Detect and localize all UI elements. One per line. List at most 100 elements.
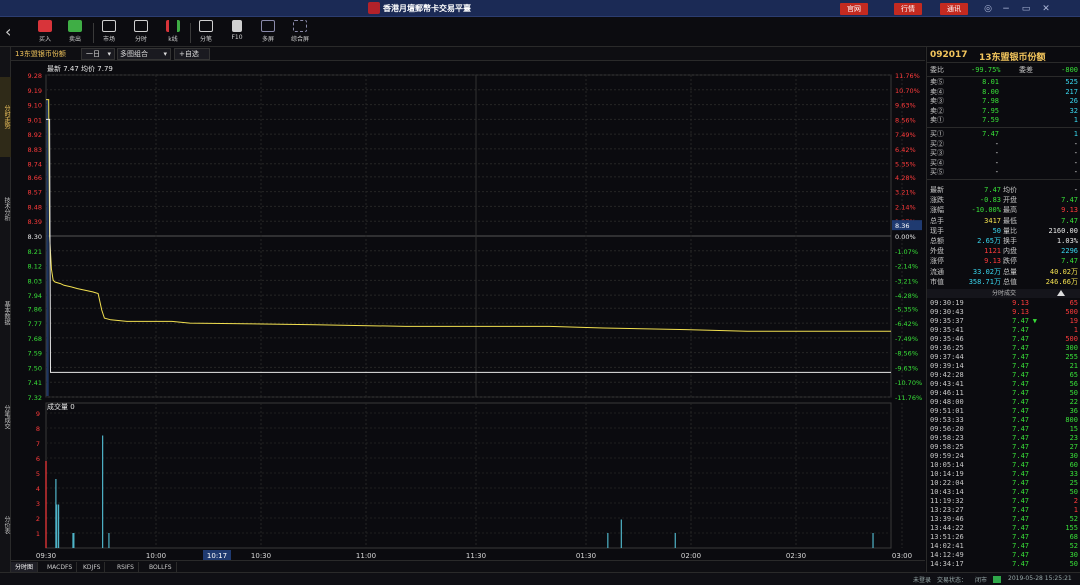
stock-name: 13东盟银币份额 <box>979 53 1046 63</box>
tab-tick-trades[interactable]: 分笔成交 <box>0 393 11 441</box>
market-icon <box>102 20 116 32</box>
volume-tick-label: 6 <box>36 455 40 463</box>
trade-row: 09:58:25 7.47 27 <box>930 443 1078 451</box>
trade-row: 09:30:19 9.13 65 <box>930 299 1078 307</box>
intraday-chart[interactable]: 9.28 11.76% 9.19 10.70% 9.10 9.63% 9.01 8.56% 8.… <box>11 61 925 560</box>
quote-header: 092017 13东盟银币份额 <box>927 47 1080 63</box>
left-tabs: 分时走势 技术分析 基本数据 分笔成交 分价表 <box>0 47 11 572</box>
volume-tick-label: 4 <box>36 485 40 493</box>
app-logo-icon <box>368 2 380 14</box>
y-pct-tick-label: -7.49% <box>895 335 918 343</box>
y-pct-tick-label: -3.21% <box>895 277 918 285</box>
y-tick-label: 8.92 <box>28 131 42 139</box>
y-tick-label: 7.50 <box>28 364 42 372</box>
f10-button[interactable]: F10 <box>224 20 250 46</box>
scroll-up-icon[interactable] <box>1057 290 1065 296</box>
divider <box>927 76 1080 77</box>
multi-chart-select[interactable]: 多图组合 ▾ <box>117 48 171 60</box>
kline-icon <box>166 20 180 32</box>
buy-button[interactable]: 买入 <box>32 20 58 46</box>
market-button[interactable]: 市场 <box>96 20 122 46</box>
y-pct-tick-label: -5.35% <box>895 305 918 313</box>
ask-row: 卖④ 8.00 217 <box>930 87 1078 96</box>
y-pct-tick-label: -10.70% <box>895 379 922 387</box>
y-tick-label: 8.48 <box>28 203 42 211</box>
volume-tick-label: 3 <box>36 500 40 508</box>
dashboard-icon <box>293 20 307 32</box>
trade-row: 09:39:14 7.47 21 <box>930 362 1078 370</box>
dashboard-button[interactable]: 综合屏 <box>287 20 313 46</box>
y-pct-tick-label: 11.76% <box>895 72 920 80</box>
tab-price-table[interactable]: 分价表 <box>0 507 11 543</box>
y-pct-tick-label: 7.49% <box>895 131 916 139</box>
y-pct-tick-label: 8.56% <box>895 116 916 124</box>
intraday-button[interactable]: 分时 <box>128 20 154 46</box>
stat-row: 涨停 9.13 跌停 7.47 <box>930 257 1078 266</box>
trade-row: 09:42:28 7.47 65 <box>930 371 1078 379</box>
volume-panel-frame <box>45 402 892 549</box>
x-tick-label: 11:30 <box>466 552 486 560</box>
stat-row: 最新 7.47 均价 - <box>930 186 1078 194</box>
y-tick-label: 8.12 <box>28 263 42 271</box>
price-legend: 最新 7.47 均价 7.79 <box>47 64 113 73</box>
stat-row: 涨跌 -0.83 开盘 7.47 <box>930 196 1078 205</box>
connection-status: 闭市 <box>975 577 988 584</box>
y-tick-label: 7.32 <box>28 394 42 402</box>
back-arrow-icon[interactable]: ‹ <box>5 23 19 41</box>
x-tick-label: 10:00 <box>146 552 166 560</box>
y-tick-label: 7.86 <box>28 305 42 313</box>
maximize-icon[interactable]: ▭ <box>1020 3 1032 15</box>
multi-chart-value: 多图组合 <box>120 50 148 58</box>
period-select[interactable]: 一日 ▾ <box>81 48 115 60</box>
add-favorite-button[interactable]: +自选 <box>174 48 210 60</box>
trade-row: 13:23:27 7.47 1 <box>930 506 1078 514</box>
toolbar-divider <box>190 23 191 43</box>
trade-row: 09:48:00 7.47 22 <box>930 398 1078 406</box>
multiscreen-icon <box>261 20 275 32</box>
x-tick-label: 10:17 <box>207 552 227 560</box>
x-tick-label: 02:00 <box>681 552 701 560</box>
chart-header: 13东盟银币份额 一日 ▾ 多图组合 ▾ +自选 <box>11 47 925 61</box>
trade-row: 09:51:01 7.47 36 <box>930 407 1078 415</box>
volume-tick-label: 8 <box>36 425 40 433</box>
x-tick-label: 02:30 <box>786 552 806 560</box>
kline-button[interactable]: k线 <box>160 20 186 46</box>
sell-button[interactable]: 卖出 <box>62 20 88 46</box>
buy-icon <box>38 20 52 32</box>
tab-technical[interactable]: 技术分析 <box>0 185 11 233</box>
quotes-button[interactable]: 行情 <box>894 3 922 15</box>
official-site-button[interactable]: 官网 <box>840 3 868 15</box>
trade-row: 14:12:49 7.47 30 <box>930 551 1078 559</box>
bid-row: 买⑤ - - <box>930 168 1078 177</box>
messages-button[interactable]: 通讯 <box>940 3 968 15</box>
ask-row: 卖② 7.95 32 <box>930 106 1078 115</box>
volume-tick-label: 1 <box>36 530 40 538</box>
volume-tick-label: 7 <box>36 440 40 448</box>
multiscreen-button[interactable]: 多屏 <box>255 20 281 46</box>
chevron-down-icon: ▾ <box>107 50 111 58</box>
chevron-down-icon: ▾ <box>163 50 167 58</box>
stock-tab[interactable]: 13东盟银币份额 <box>15 49 66 59</box>
toolbar: ‹ 买入 卖出 市场 分时 k线 分笔 F10 多屏 综合屏 <box>0 17 1080 47</box>
y-pct-tick-label: -1.07% <box>895 248 918 256</box>
tab-fundamentals[interactable]: 基本数据 <box>0 289 11 337</box>
y-tick-label: 7.41 <box>28 379 42 387</box>
bid-row: 买③ - - <box>930 149 1078 158</box>
trade-row: 13:39:46 7.47 52 <box>930 515 1078 523</box>
stat-row: 总手 3417 最低 7.47 <box>930 216 1078 225</box>
trade-row: 09:59:24 7.47 30 <box>930 452 1078 460</box>
x-tick-label: 09:30 <box>36 552 56 560</box>
y-tick-label: 9.28 <box>28 72 42 80</box>
ask-row: 卖① 7.59 1 <box>930 116 1078 125</box>
settings-icon[interactable]: ◎ <box>982 3 994 15</box>
ticks-button[interactable]: 分笔 <box>193 20 219 46</box>
close-icon[interactable]: ✕ <box>1040 3 1052 15</box>
tab-intraday[interactable]: 分时走势 <box>0 77 11 157</box>
x-tick-label: 01:30 <box>576 552 596 560</box>
y-tick-label: 8.74 <box>28 161 42 169</box>
trade-row: 13:44:22 7.47 155 <box>930 524 1078 532</box>
y-tick-label: 7.94 <box>28 292 42 300</box>
trade-row: 10:14:19 7.47 33 <box>930 470 1078 478</box>
minimize-icon[interactable]: − <box>1000 3 1012 15</box>
y-tick-label: 7.77 <box>28 320 42 328</box>
